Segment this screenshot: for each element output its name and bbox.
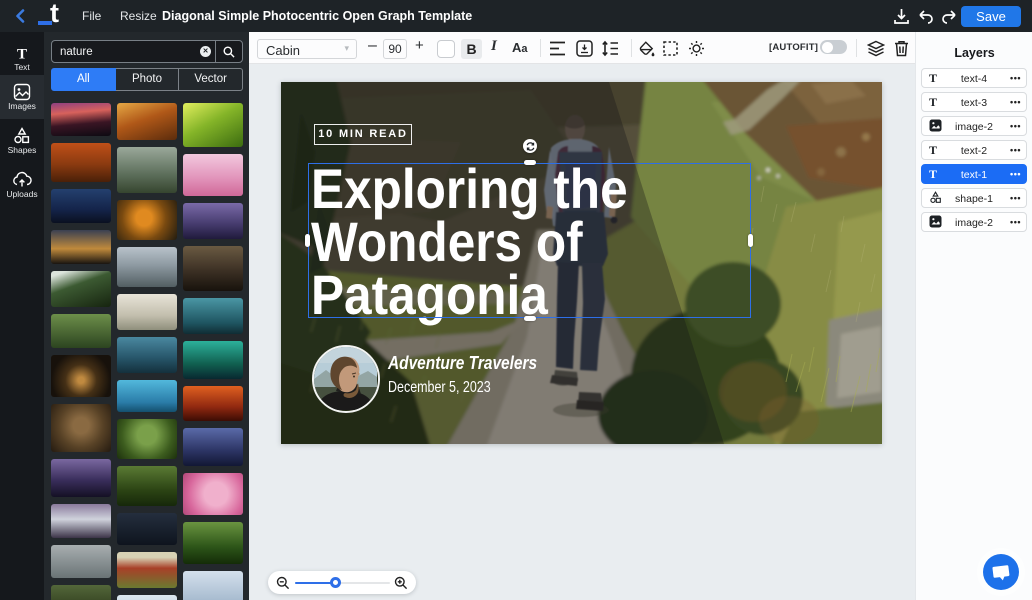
svg-text:T: T bbox=[17, 47, 27, 63]
